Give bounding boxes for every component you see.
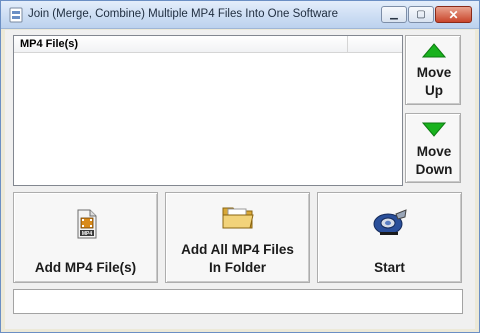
move-up-label-line1: Move — [416, 65, 452, 80]
client-area: MP4 File(s) Move Up Move Down MP4 Add MP… — [5, 30, 475, 329]
maximize-button[interactable]: ▢ — [408, 6, 434, 23]
move-down-label-line2: Down — [415, 162, 453, 177]
title-bar[interactable]: Join (Merge, Combine) Multiple MP4 Files… — [1, 1, 479, 29]
start-label: Start — [374, 260, 405, 275]
tape-dispenser-icon — [373, 209, 407, 235]
arrow-down-icon — [422, 122, 446, 137]
move-down-button[interactable]: Move Down — [405, 113, 461, 183]
mp4-file-icon: MP4 — [77, 209, 97, 239]
add-mp4-files-button[interactable]: MP4 Add MP4 File(s) — [13, 192, 158, 283]
folder-icon — [222, 207, 254, 229]
move-up-label-line2: Up — [425, 83, 443, 98]
minimize-button[interactable]: ▁ — [381, 6, 407, 23]
minimize-icon: ▁ — [390, 9, 398, 20]
close-icon: ✕ — [448, 7, 459, 22]
mp4-file-list[interactable]: MP4 File(s) — [13, 35, 403, 186]
window-title: Join (Merge, Combine) Multiple MP4 Files… — [28, 8, 338, 20]
column-header-mp4-files[interactable]: MP4 File(s) — [14, 36, 348, 53]
add-mp4-files-label: Add MP4 File(s) — [34, 260, 137, 275]
app-window: Join (Merge, Combine) Multiple MP4 Files… — [0, 0, 480, 333]
move-down-label-line1: Move — [416, 144, 452, 159]
maximize-icon: ▢ — [416, 9, 426, 20]
start-button[interactable]: Start — [317, 192, 462, 283]
add-folder-label-line1: Add All MP4 Files — [181, 242, 294, 257]
close-button[interactable]: ✕ — [435, 6, 472, 23]
move-up-button[interactable]: Move Up — [405, 35, 461, 105]
column-header-empty[interactable] — [349, 36, 402, 53]
status-bar — [13, 289, 463, 314]
add-folder-button[interactable]: Add All MP4 Files In Folder — [165, 192, 310, 283]
add-folder-label-line2: In Folder — [209, 260, 266, 275]
svg-text:MP4: MP4 — [82, 231, 93, 237]
arrow-up-icon — [422, 43, 446, 58]
list-header: MP4 File(s) — [14, 36, 402, 53]
app-icon — [9, 7, 23, 23]
